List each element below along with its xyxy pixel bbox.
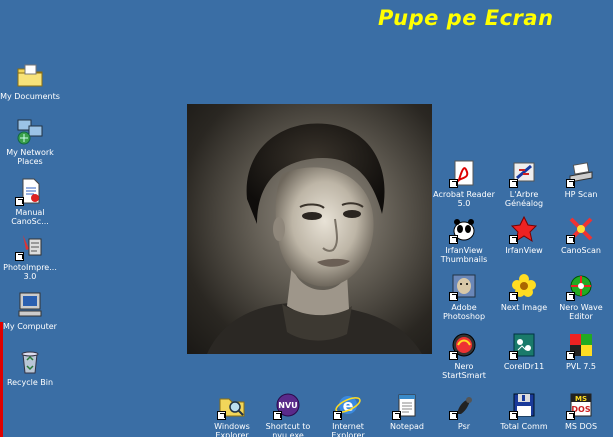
icon-label: Notepad: [390, 422, 424, 431]
icon-label: Acrobat Reader 5.0: [433, 190, 495, 208]
svg-text:MS: MS: [575, 395, 587, 403]
desktop-icon-my-network-places[interactable]: My Network Places: [0, 116, 62, 166]
network-icon: [15, 116, 45, 146]
desktop-title: Pupe pe Ecran: [378, 6, 554, 30]
desktop-icon-hp-scan[interactable]: HP Scan: [549, 158, 613, 199]
scanner-icon: [566, 158, 596, 188]
icon-label: Psr: [457, 422, 471, 431]
pvl-icon: [566, 330, 596, 360]
portrait-photo: [187, 104, 432, 354]
icon-label: IrfanView Thumbnails: [440, 246, 488, 264]
icon-label: Shortcut to nvu.exe: [265, 422, 311, 437]
nero-wave-icon: [566, 271, 596, 301]
icon-label: L'Arbre Généalog: [504, 190, 544, 208]
nvu-icon: NVU: [273, 390, 303, 420]
msdos-icon: MS DOS: [566, 390, 596, 420]
desktop-icon-nero-wave-editor[interactable]: Nero Wave Editor: [549, 271, 613, 321]
photoshop-icon: [449, 271, 479, 301]
psr-icon: [449, 390, 479, 420]
desktop-icon-pvl[interactable]: PVL 7.5: [549, 330, 613, 371]
icon-label: IrfanView: [505, 246, 543, 255]
irfanview-thumbnails-icon: [449, 214, 479, 244]
desktop-icon-irfanview[interactable]: IrfanView: [492, 214, 556, 255]
icon-label: Internet Explorer: [331, 422, 365, 437]
desktop-icon-total-commander[interactable]: Total Comm: [492, 390, 556, 431]
icon-label: CorelDr11: [503, 362, 545, 371]
canoscan-icon: [566, 214, 596, 244]
corel-icon: [509, 330, 539, 360]
irfanview-icon: [509, 214, 539, 244]
desktop-icon-acrobat-reader[interactable]: Acrobat Reader 5.0: [432, 158, 496, 208]
desktop-icon-nvu[interactable]: NVU Shortcut to nvu.exe: [256, 390, 320, 437]
icon-label: PVL 7.5: [565, 362, 597, 371]
tree-icon: [509, 158, 539, 188]
recycle-bin-icon: [15, 346, 45, 376]
icon-label: PhotoImpre... 3.0: [3, 263, 57, 281]
desktop-icon-ms-dos[interactable]: MS DOS MS DOS: [549, 390, 613, 431]
icon-label: Next Image: [500, 303, 548, 312]
notepad-icon: [392, 390, 422, 420]
desktop-icon-my-computer[interactable]: My Computer: [0, 290, 62, 331]
svg-text:NVU: NVU: [278, 401, 297, 410]
icon-label: Windows Explorer: [214, 422, 250, 437]
folder-icon: [15, 60, 45, 90]
desktop-icon-photoimpression[interactable]: PhotoImpre... 3.0: [0, 231, 62, 281]
desktop-icon-nero-startsmart[interactable]: Nero StartSmart: [432, 330, 496, 380]
desktop-icon-canoscan[interactable]: CanoScan: [549, 214, 613, 255]
icon-label: Total Comm: [500, 422, 548, 431]
photoimpression-icon: [15, 231, 45, 261]
desktop-icon-my-documents[interactable]: My Documents: [0, 60, 62, 101]
desktop-icon-windows-explorer[interactable]: Windows Explorer: [200, 390, 264, 437]
icon-label: Nero StartSmart: [442, 362, 486, 380]
icon-label: CanoScan: [561, 246, 601, 255]
icon-label: My Network Places: [6, 148, 54, 166]
desktop-icon-arbre-genealog[interactable]: L'Arbre Généalog: [492, 158, 556, 208]
desktop-icon-recycle-bin[interactable]: Recycle Bin: [0, 346, 62, 387]
desktop-icon-notepad[interactable]: Notepad: [375, 390, 439, 431]
icon-label: My Documents: [0, 92, 60, 101]
icon-label: My Computer: [3, 322, 57, 331]
explorer-icon: [217, 390, 247, 420]
icon-label: Recycle Bin: [6, 378, 54, 387]
flower-icon: [509, 271, 539, 301]
desktop-icon-manual-canoscan[interactable]: Manual CanoSc...: [0, 176, 62, 226]
portrait-photo-art: [207, 123, 422, 354]
desktop-icon-next-image[interactable]: Next Image: [492, 271, 556, 312]
computer-icon: [15, 290, 45, 320]
desktop-icon-internet-explorer[interactable]: e Internet Explorer: [316, 390, 380, 437]
icon-label: MS DOS: [564, 422, 598, 431]
icon-label: Manual CanoSc...: [11, 208, 49, 226]
document-icon: [15, 176, 45, 206]
icon-label: HP Scan: [564, 190, 598, 199]
desktop-icon-coreldraw[interactable]: CorelDr11: [492, 330, 556, 371]
nero-icon: [449, 330, 479, 360]
desktop-icon-psr[interactable]: Psr: [432, 390, 496, 431]
icon-label: Nero Wave Editor: [559, 303, 603, 321]
desktop: Pupe pe Ecran My Documents My Network Pl…: [0, 0, 613, 437]
floppy-icon: [509, 390, 539, 420]
desktop-icon-irfanview-thumbnails[interactable]: IrfanView Thumbnails: [432, 214, 496, 264]
desktop-icon-adobe-photoshop[interactable]: Adobe Photoshop: [432, 271, 496, 321]
internet-explorer-icon: e: [333, 390, 363, 420]
icon-label: Adobe Photoshop: [442, 303, 486, 321]
acrobat-icon: [449, 158, 479, 188]
